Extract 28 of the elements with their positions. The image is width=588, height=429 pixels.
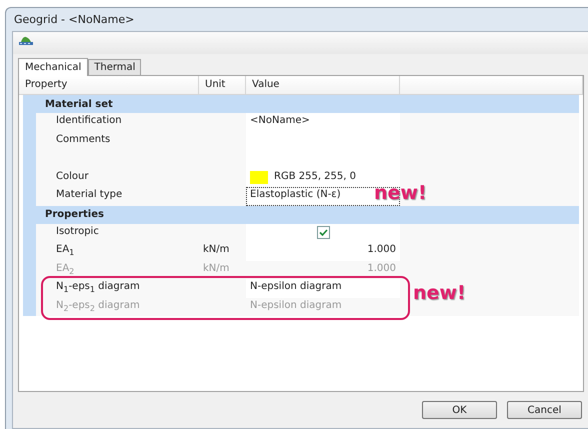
- property-label: Isotropic: [55, 224, 100, 238]
- property-label: N$_{1}$-eps$_{1}$ diagram: [55, 280, 141, 296]
- annotation-text: new!: [374, 182, 427, 204]
- group-header: Material set: [23, 95, 579, 113]
- property-label: EA$_{1}$: [55, 243, 76, 259]
- column-header: Unit: [199, 76, 246, 94]
- colour-swatch[interactable]: [250, 170, 268, 184]
- column-header: Value: [246, 76, 400, 94]
- property-label: Comments: [55, 132, 112, 146]
- value-text: RGB 255, 255, 0: [274, 170, 356, 182]
- unit-label: kN/m: [202, 243, 230, 257]
- column-header: Property: [19, 76, 199, 94]
- group-header: Properties: [23, 206, 579, 224]
- unit-label: kN/m: [202, 262, 230, 276]
- tab[interactable]: Mechanical: [18, 58, 88, 76]
- checkbox[interactable]: [316, 226, 330, 238]
- tab[interactable]: Thermal: [88, 59, 142, 75]
- property-label: Material type: [55, 188, 124, 202]
- property-label: N$_{2}$-eps$_{2}$ diagram: [55, 298, 141, 314]
- window-title: Geogrid - <NoName>: [13, 12, 136, 28]
- property-label: EA$_{2}$: [55, 262, 76, 278]
- annotation-text: new!: [413, 282, 466, 304]
- value-text[interactable]: 1.000: [367, 244, 396, 255]
- dialog-button[interactable]: Cancel: [507, 401, 582, 419]
- dialog-button[interactable]: OK: [422, 401, 497, 419]
- geogrid-icon[interactable]: [18, 34, 34, 46]
- property-label: Identification: [55, 114, 123, 128]
- property-label: Colour: [55, 170, 90, 184]
